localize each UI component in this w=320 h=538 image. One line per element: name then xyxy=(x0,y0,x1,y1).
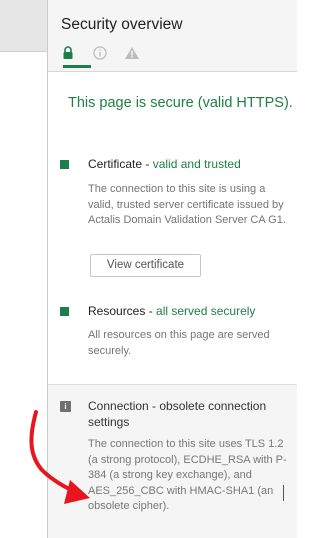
security-panel-header: Security overview xyxy=(48,0,297,72)
security-overview-title: Security overview xyxy=(61,16,183,33)
text-cursor xyxy=(283,485,284,501)
certificate-status: valid and trusted xyxy=(152,157,241,171)
resources-status: all served securely xyxy=(156,304,256,318)
tab-security-lock[interactable] xyxy=(58,44,91,72)
active-tab-indicator xyxy=(63,65,91,68)
resources-status-square xyxy=(60,307,69,316)
connection-description: The connection to this site uses TLS 1.2… xyxy=(88,438,287,512)
warning-triangle-icon xyxy=(125,47,139,59)
certificate-separator: - xyxy=(142,157,153,171)
resources-description: All resources on this page are served se… xyxy=(88,329,270,357)
certificate-description: The connection to this site is using a v… xyxy=(88,183,286,226)
resources-label: Resources xyxy=(88,304,146,318)
resources-heading: Resources - all served securely xyxy=(88,304,255,318)
certificate-heading: Certificate - valid and trusted xyxy=(88,157,241,171)
security-tabs xyxy=(48,44,297,72)
browser-toolbar xyxy=(0,0,47,52)
connection-heading: Connection - obsolete connection setting… xyxy=(88,399,267,429)
certificate-label: Certificate xyxy=(88,157,143,171)
resources-separator: - xyxy=(145,304,157,318)
secure-status-message: This page is secure (valid HTTPS). xyxy=(68,95,293,111)
info-circle-icon xyxy=(93,46,107,60)
annotation-arrow-icon xyxy=(29,410,90,504)
certificate-status-square xyxy=(60,160,69,169)
tab-security-warning[interactable] xyxy=(121,44,143,72)
lock-icon xyxy=(63,46,73,59)
view-certificate-button[interactable]: View certificate xyxy=(90,254,201,277)
tab-security-info[interactable] xyxy=(89,44,111,72)
